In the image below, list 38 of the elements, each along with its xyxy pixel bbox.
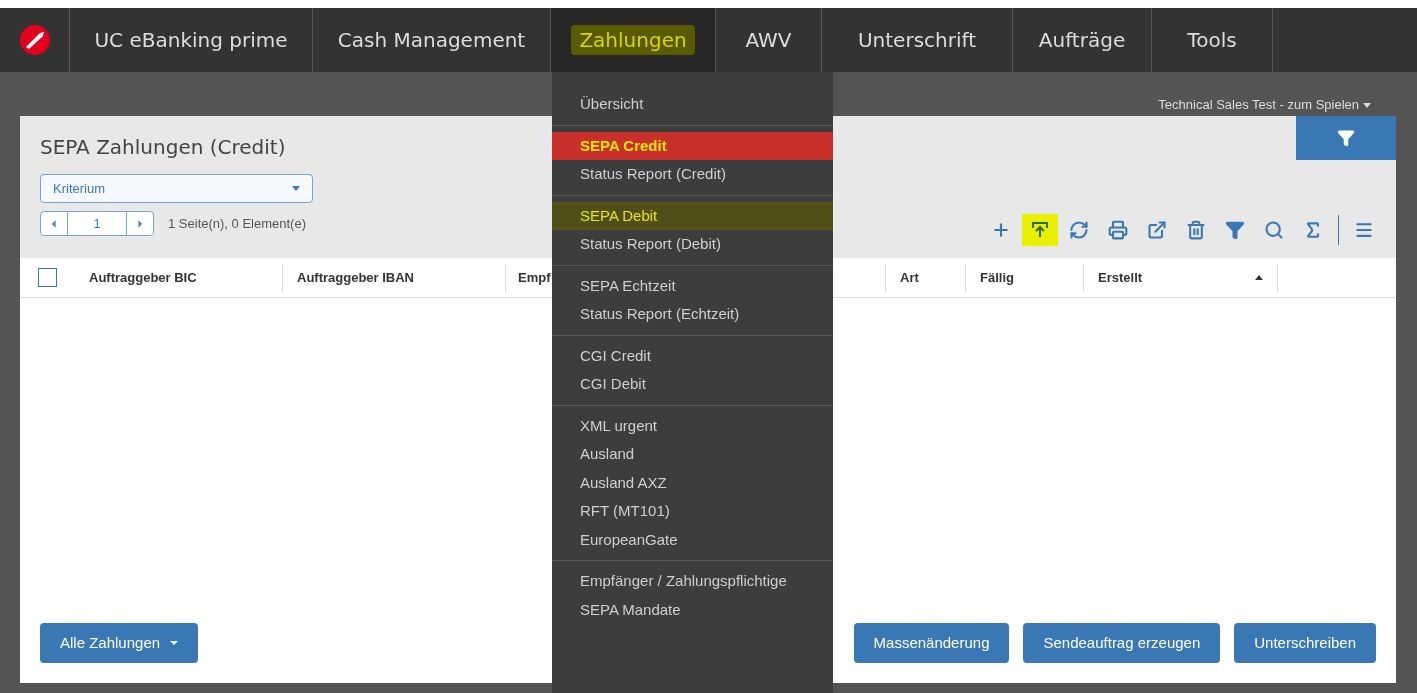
page-info: 1 Seite(n), 0 Element(e) [168, 214, 306, 233]
nav-tab[interactable]: Zahlungen [551, 8, 716, 72]
menu-item[interactable]: Empfänger / Zahlungspflichtige [552, 567, 833, 596]
menu-item[interactable]: XML urgent [552, 411, 833, 440]
column-header[interactable]: Auftraggeber IBAN [282, 263, 505, 292]
logo-icon [19, 25, 50, 55]
column-header[interactable]: Auftraggeber BIC [75, 263, 282, 292]
menu-item[interactable]: Status Report (Echtzeit) [552, 300, 833, 329]
menu-item[interactable]: SEPA Echtzeit [552, 271, 833, 300]
upload-icon[interactable] [1022, 214, 1058, 246]
menu-item[interactable]: SEPA Credit [552, 131, 833, 160]
menu-item[interactable]: RFT (MT101) [552, 497, 833, 526]
action-button[interactable]: Unterschreiben [1234, 623, 1376, 663]
menu-item[interactable]: Ausland AXZ [552, 468, 833, 497]
menu-item[interactable]: SEPA Mandate [552, 595, 833, 624]
menu-item[interactable]: CGI Credit [552, 341, 833, 370]
column-header[interactable]: Art [885, 263, 965, 292]
nav-tab[interactable]: UC eBanking prime [70, 8, 313, 72]
action-button[interactable]: Massenänderung [853, 623, 1010, 663]
menu-item[interactable]: Übersicht [552, 90, 833, 119]
column-header[interactable]: Fällig [965, 263, 1083, 292]
nav-tab[interactable]: Aufträge [1013, 8, 1152, 72]
all-payments-button[interactable]: Alle Zahlungen [40, 623, 199, 663]
menu-item[interactable]: Ausland [552, 440, 833, 469]
filter-button[interactable] [1296, 116, 1396, 160]
column-header[interactable]: Erstellt [1083, 263, 1277, 292]
menu-item[interactable]: CGI Debit [552, 370, 833, 399]
criterion-select[interactable]: Kriterium [40, 174, 313, 203]
filter-icon [1337, 129, 1355, 147]
menu-item[interactable]: SEPA Debit [552, 201, 833, 230]
select-all-checkbox[interactable] [38, 268, 57, 287]
action-button[interactable]: Sendeauftrag erzeugen [1023, 623, 1221, 663]
menu-item[interactable]: Status Report (Credit) [552, 160, 833, 189]
menu-item[interactable]: EuropeanGate [552, 525, 833, 554]
account-selector[interactable]: Technical Sales Test - zum Spielen [1158, 94, 1371, 116]
menu-item[interactable]: Status Report (Debit) [552, 230, 833, 259]
nav-tab[interactable]: Tools [1152, 8, 1273, 72]
card-title: SEPA Zahlungen (Credit) [40, 134, 286, 161]
